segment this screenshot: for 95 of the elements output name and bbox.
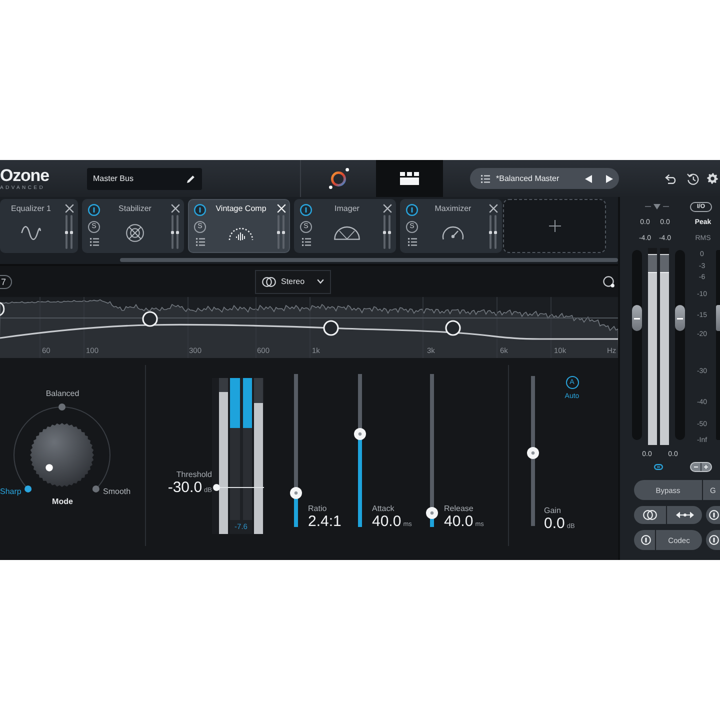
add-module-button[interactable] — [503, 199, 606, 253]
output-fader[interactable] — [632, 250, 642, 440]
wave-icon — [21, 226, 41, 240]
ring-dot-icon[interactable] — [603, 276, 615, 288]
slider-handle[interactable] — [527, 446, 539, 458]
fader-handle[interactable] — [632, 305, 642, 332]
slider-handle[interactable] — [426, 507, 438, 520]
module-name: Equalizer 1 — [10, 204, 52, 214]
list-icon[interactable] — [302, 238, 310, 246]
list-icon[interactable] — [196, 238, 204, 246]
power-icon[interactable] — [406, 204, 418, 216]
close-icon[interactable] — [382, 204, 392, 213]
mode-label: Mode — [52, 496, 73, 507]
ring-logo-icon — [328, 168, 348, 189]
dial-option-label[interactable]: Sharp — [0, 487, 25, 507]
slider-value: 0.0 — [544, 516, 565, 532]
cut-pill-button[interactable]: 7 — [0, 274, 12, 288]
down-triangle-icon[interactable] — [645, 204, 669, 210]
icon-button[interactable] — [667, 506, 702, 524]
close-icon[interactable] — [170, 204, 180, 213]
option-dot-icon[interactable] — [92, 485, 100, 492]
slider-label: Release — [444, 504, 474, 514]
crossed-circle-icon — [126, 224, 144, 242]
close-icon[interactable] — [64, 204, 74, 213]
undo-icon[interactable] — [665, 174, 677, 184]
mini-meter-icon — [65, 215, 73, 249]
chevron-down-icon — [317, 279, 324, 284]
chain-name-field[interactable]: Master Bus — [87, 168, 202, 190]
pencil-icon[interactable] — [187, 174, 195, 182]
dial-option-label[interactable]: Balanced — [0, 389, 125, 399]
settings-icon[interactable] — [707, 173, 718, 184]
slider-value: 2.4:1 — [308, 514, 342, 530]
segmented-pill-icon[interactable] — [690, 462, 712, 472]
dial-option-label[interactable]: Smooth — [100, 487, 135, 507]
close-icon[interactable] — [488, 204, 498, 213]
slider-handle[interactable] — [290, 487, 302, 500]
slider-label: Attack — [372, 504, 396, 514]
module-name: Vintage Comp — [216, 204, 266, 214]
fader-handle[interactable] — [716, 305, 720, 332]
list-icon[interactable] — [408, 238, 416, 246]
icon-button[interactable] — [706, 506, 720, 524]
module-name: Maximizer — [434, 204, 472, 214]
slider-label: Gain — [544, 506, 562, 516]
option-dot-icon[interactable] — [24, 485, 32, 492]
threshold-line — [220, 486, 264, 488]
link-icon[interactable] — [654, 464, 663, 470]
arc-waveform-icon — [228, 225, 254, 241]
eq-node-handle[interactable] — [445, 320, 461, 336]
mini-meter-icon — [489, 215, 497, 249]
circle-bar-icon — [709, 510, 719, 520]
blocks-icon — [400, 172, 419, 185]
right-triangle-icon[interactable] — [606, 174, 613, 182]
fader-handle[interactable] — [675, 305, 685, 332]
slider-value: 40.0 — [372, 514, 402, 530]
eq-node-handle[interactable] — [142, 311, 158, 327]
circle-bar-icon — [640, 535, 650, 545]
power-icon[interactable] — [194, 204, 206, 216]
double-arrow-icon — [676, 511, 694, 519]
output-fader[interactable] — [675, 250, 685, 440]
gauge-icon — [441, 226, 465, 240]
module-name: Stabilizer — [118, 204, 152, 214]
mini-meter-icon — [383, 215, 391, 249]
icon-button[interactable] — [634, 506, 666, 524]
mode-knob[interactable] — [30, 423, 94, 487]
icon-button[interactable] — [706, 530, 720, 550]
left-triangle-icon[interactable] — [585, 174, 592, 182]
mini-meter-icon — [277, 215, 285, 249]
mini-meter-icon — [171, 215, 179, 249]
rings-icon — [262, 276, 276, 286]
scrollbar[interactable] — [120, 258, 618, 262]
module-name: Imager — [334, 204, 360, 214]
channel-dropdown[interactable]: Stereo — [255, 270, 331, 294]
history-icon[interactable] — [687, 172, 699, 184]
eq-node-handle[interactable] — [323, 320, 339, 336]
threshold-label: Threshold — [176, 470, 212, 480]
module-card[interactable]: Equalizer 1 — [0, 199, 78, 253]
icon-button[interactable] — [634, 530, 655, 550]
preset-name[interactable]: *Balanced Master — [496, 174, 579, 183]
list-icon[interactable] — [481, 174, 490, 182]
slider-value: 40.0 — [444, 514, 474, 530]
eq-node-handle[interactable] — [0, 302, 5, 316]
threshold-value: -30.0 — [168, 480, 202, 496]
app-logo-text: Ozone — [0, 166, 49, 184]
slider-label: Ratio — [308, 504, 328, 514]
semicircle-icon — [334, 226, 360, 240]
power-icon[interactable] — [88, 204, 100, 216]
circle-bar-icon — [709, 535, 719, 545]
rings-icon — [643, 510, 657, 520]
option-dot-icon[interactable] — [58, 404, 66, 410]
power-icon[interactable] — [300, 204, 312, 216]
slider-handle[interactable] — [354, 428, 366, 440]
plus-icon — [548, 220, 560, 232]
view-tab[interactable] — [376, 160, 443, 197]
threshold-handle[interactable] — [213, 484, 220, 491]
list-icon[interactable] — [90, 238, 98, 246]
